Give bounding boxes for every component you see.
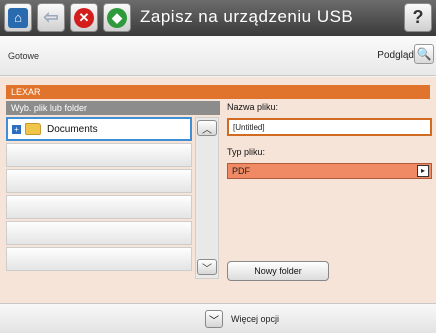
filetype-value: PDF bbox=[232, 166, 250, 176]
help-icon: ? bbox=[412, 7, 424, 27]
more-options-button[interactable]: ﹀ bbox=[205, 310, 223, 328]
back-button[interactable]: ⇦ bbox=[37, 3, 65, 32]
main-panel: LEXAR Wyb. plik lub folder + Documents ︿… bbox=[0, 77, 436, 303]
filetype-label: Typ pliku: bbox=[227, 147, 266, 157]
home-button[interactable]: ⌂ bbox=[4, 3, 32, 32]
chevron-down-icon: ﹀ bbox=[209, 315, 219, 327]
preview-button[interactable]: 🔍 bbox=[414, 44, 434, 64]
start-button[interactable]: ◆ bbox=[103, 3, 131, 32]
list-item[interactable] bbox=[6, 221, 192, 245]
magnifier-icon: 🔍 bbox=[416, 47, 432, 61]
chevron-down-icon: ﹀ bbox=[202, 263, 212, 275]
list-item[interactable] bbox=[6, 169, 192, 193]
dropdown-icon: ▸ bbox=[417, 165, 429, 177]
file-list: + Documents bbox=[6, 117, 192, 273]
file-list-header: Wyb. plik lub folder bbox=[6, 101, 220, 115]
device-name: LEXAR bbox=[6, 85, 430, 99]
list-item-label: Documents bbox=[47, 123, 98, 135]
chevron-up-icon: ︿ bbox=[202, 124, 212, 136]
scroll-up-button[interactable]: ︿ bbox=[197, 120, 217, 136]
scroll-down-button[interactable]: ﹀ bbox=[197, 259, 217, 275]
list-item[interactable] bbox=[6, 195, 192, 219]
bottom-bar: ﹀ Więcej opcji bbox=[0, 303, 436, 333]
list-item-documents[interactable]: + Documents bbox=[6, 117, 192, 141]
filename-field[interactable]: [Untitled] bbox=[227, 118, 432, 136]
more-options-label: Więcej opcji bbox=[231, 314, 280, 324]
list-item[interactable] bbox=[6, 143, 192, 167]
list-item[interactable] bbox=[6, 247, 192, 271]
help-button[interactable]: ? bbox=[404, 3, 432, 32]
stop-icon: ✕ bbox=[74, 7, 94, 28]
scrollbar[interactable]: ︿ ﹀ bbox=[195, 117, 219, 279]
start-icon: ◆ bbox=[107, 7, 127, 28]
page-title: Zapisz na urządzeniu USB bbox=[140, 7, 354, 26]
new-folder-button[interactable]: Nowy folder bbox=[227, 261, 329, 281]
back-icon: ⇦ bbox=[43, 7, 59, 27]
title-bar: ⌂ ⇦ ✕ ◆ Zapisz na urządzeniu USB ? bbox=[0, 0, 436, 36]
status-bar: Gotowe Podgląd 🔍 bbox=[0, 36, 436, 76]
filetype-select[interactable]: PDF ▸ bbox=[227, 163, 432, 179]
status-text: Gotowe bbox=[8, 51, 40, 61]
stop-button[interactable]: ✕ bbox=[70, 3, 98, 32]
preview-label: Podgląd bbox=[377, 50, 414, 61]
expand-icon[interactable]: + bbox=[12, 124, 21, 134]
folder-icon bbox=[25, 123, 41, 135]
filename-label: Nazwa pliku: bbox=[227, 102, 279, 112]
home-icon: ⌂ bbox=[8, 7, 28, 28]
